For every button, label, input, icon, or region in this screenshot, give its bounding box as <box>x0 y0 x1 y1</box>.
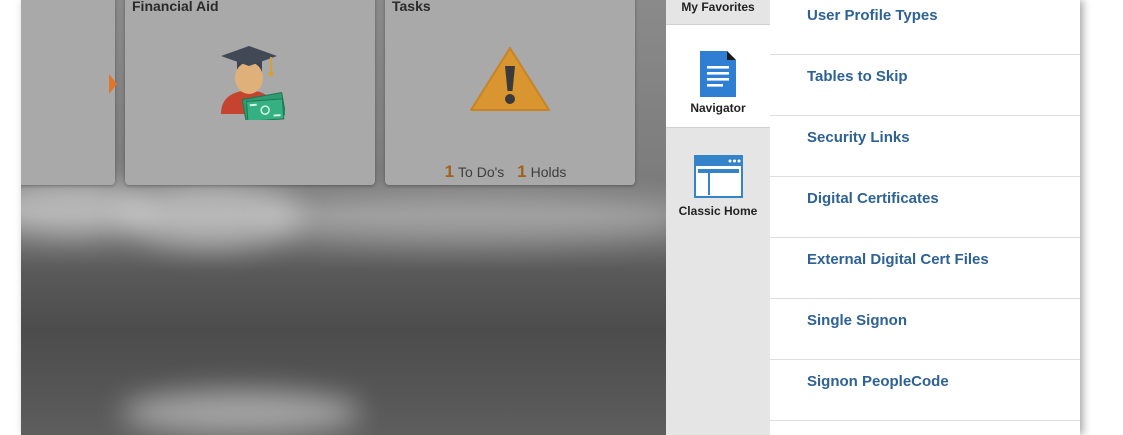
list-item-label: Security Links <box>807 129 910 146</box>
navbar-tab-classic-home[interactable]: Classic Home <box>666 128 770 228</box>
navbar-tab-label: Navigator <box>690 101 746 115</box>
list-item[interactable]: User Profile Types <box>770 0 1080 55</box>
browser-window-icon <box>694 155 743 198</box>
list-item-label: External Digital Cert Files <box>807 251 989 268</box>
partial-tile[interactable] <box>21 0 117 185</box>
holds-label: Holds <box>530 164 567 180</box>
navbar-tabs: My Favorites Navigator Classic Home <box>666 0 771 435</box>
list-item[interactable]: External Digital Cert Files <box>770 238 1080 299</box>
graduate-cash-icon <box>213 40 287 122</box>
navbar-tab-label: Classic Home <box>678 204 758 218</box>
todos-count: 1 <box>444 162 455 181</box>
list-item[interactable]: Digital Certificates <box>770 177 1080 238</box>
navbar-tab-navigator[interactable]: Navigator <box>666 25 770 128</box>
homepage-background: Financial Aid Tasks 1 To Do's 1 Holds <box>21 0 666 435</box>
partial-tile-icon <box>109 74 119 94</box>
list-item-label: Digital Certificates <box>807 190 939 207</box>
holds-count: 1 <box>517 162 527 181</box>
list-item[interactable]: Security Links <box>770 116 1080 177</box>
tile-counts: 1 To Do's 1 Holds <box>385 162 635 182</box>
list-item[interactable]: Signon PeopleCode <box>770 360 1080 421</box>
tasks-tile[interactable]: Tasks 1 To Do's 1 Holds <box>385 0 635 185</box>
background-blur <box>121 390 361 435</box>
navbar-tab-my-favorites[interactable]: My Favorites <box>666 0 770 25</box>
navbar-tab-label: My Favorites <box>681 0 755 14</box>
tile-title: Tasks <box>392 0 431 14</box>
background-blur <box>261 195 666 245</box>
todos-label: To Do's <box>458 164 505 180</box>
document-icon <box>700 51 736 97</box>
list-item-label: Signon PeopleCode <box>807 373 949 390</box>
list-item-label: User Profile Types <box>807 7 938 24</box>
list-item-label: Single Signon <box>807 312 907 329</box>
tile-title: Financial Aid <box>132 0 219 14</box>
warning-triangle-icon <box>469 46 551 112</box>
screen: Financial Aid Tasks 1 To Do's 1 Holds My… <box>21 0 1080 435</box>
list-item[interactable]: Tables to Skip <box>770 55 1080 116</box>
list-item[interactable]: Single Signon <box>770 299 1080 360</box>
financial-aid-tile[interactable]: Financial Aid <box>125 0 375 185</box>
list-item-label: Tables to Skip <box>807 68 908 85</box>
navigator-list: User Profile Types Tables to Skip Securi… <box>770 0 1080 435</box>
